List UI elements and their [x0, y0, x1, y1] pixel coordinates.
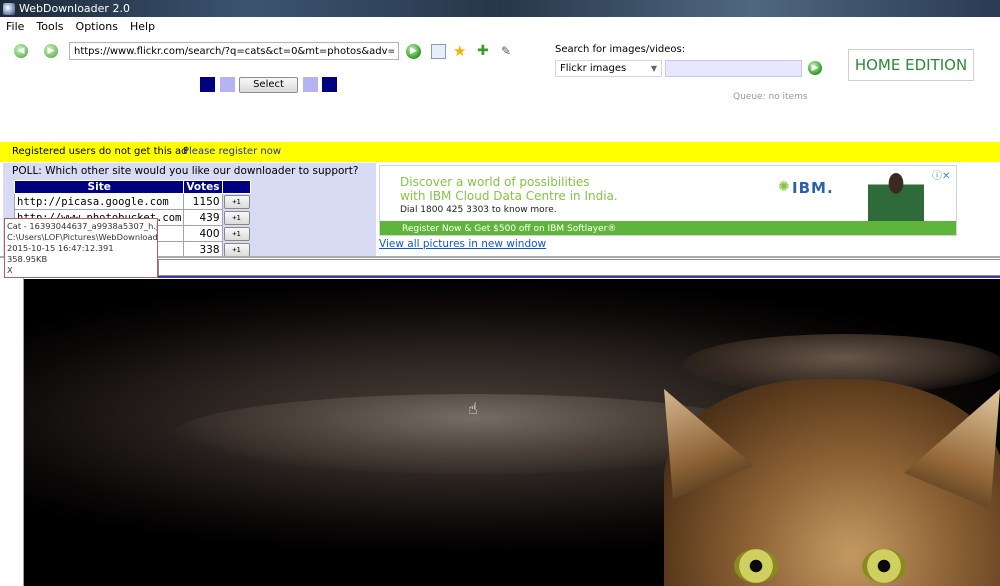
- file-size: 358.95KB: [7, 254, 48, 264]
- ad-banner[interactable]: Discover a world of possibilities with I…: [379, 165, 957, 236]
- menu-help[interactable]: Help: [124, 20, 161, 33]
- window-title: WebDownloader 2.0: [19, 2, 130, 15]
- ibm-star-icon: ✺: [778, 179, 790, 195]
- source-select[interactable]: Flickr images ▼: [555, 60, 662, 77]
- poll-votes: 439: [183, 209, 223, 226]
- ibm-logo: IBM.: [792, 179, 834, 197]
- copy-icon[interactable]: [431, 44, 446, 59]
- ad-bar: Registered users do not get this ad Plea…: [0, 142, 1000, 162]
- image-path-bar: [158, 259, 1000, 276]
- forward-arrow-icon[interactable]: ▶: [44, 44, 58, 58]
- search-go-icon[interactable]: ▶: [808, 61, 822, 75]
- search-label: Search for images/videos:: [555, 44, 686, 55]
- toolbar: ◀ ▶ ▶ ★ ✚ ✎ Select Search for images/vid…: [0, 35, 1000, 142]
- banner-person-image: [868, 168, 924, 223]
- search-input[interactable]: [665, 60, 802, 77]
- file-name: Cat - 16393044637_a9938a5307_h.jpg: [7, 221, 158, 231]
- vote-button[interactable]: +1: [223, 242, 250, 257]
- file-date: 2015-10-15 16:47:12.391: [7, 243, 114, 253]
- vote-button[interactable]: +1: [223, 226, 250, 241]
- adchoices-close-icon[interactable]: ⓘ✕: [932, 167, 950, 182]
- banner-headline-line1: Discover a world of possibilities: [400, 175, 590, 189]
- select-button[interactable]: Select: [239, 77, 298, 93]
- banner-cta[interactable]: Register Now & Get $500 off on IBM Softl…: [380, 221, 956, 235]
- source-select-value: Flickr images: [560, 63, 627, 74]
- menu-file[interactable]: File: [0, 20, 30, 33]
- banner-headline: Discover a world of possibilities with I…: [400, 175, 618, 203]
- vote-button[interactable]: +1: [223, 194, 250, 209]
- vote-button[interactable]: +1: [223, 210, 250, 225]
- menu-tools[interactable]: Tools: [30, 20, 69, 33]
- view-all-link[interactable]: View all pictures in new window: [379, 238, 546, 250]
- cat-eye-right: [862, 549, 906, 583]
- col-action: [221, 180, 252, 194]
- plugin-icon[interactable]: ✚: [477, 44, 492, 59]
- thumbnail-strip[interactable]: [0, 278, 24, 586]
- col-votes: Votes: [183, 180, 223, 194]
- title-bar: WebDownloader 2.0: [0, 0, 1000, 17]
- file-extra: X: [7, 265, 13, 275]
- zoom-in-small-icon[interactable]: [303, 77, 318, 92]
- menu-bar: File Tools Options Help: [0, 17, 1000, 35]
- file-info-tooltip: Cat - 16393044637_a9938a5307_h.jpg C:\Us…: [4, 218, 158, 278]
- image-viewer[interactable]: ☝: [24, 279, 1000, 586]
- table-row: http://picasa.google.com 1150 +1: [13, 193, 251, 210]
- poll-votes: 1150: [183, 193, 223, 210]
- poll-votes: 400: [183, 225, 223, 242]
- edition-badge: HOME EDITION: [848, 49, 974, 81]
- queue-status: Queue: no items: [733, 92, 808, 102]
- back-arrow-icon[interactable]: ◀: [14, 44, 28, 58]
- poll-votes: 338: [183, 241, 223, 257]
- poll-site: http://picasa.google.com: [13, 193, 185, 210]
- register-link[interactable]: Please register now: [183, 142, 281, 162]
- banner-headline-line2: with IBM Cloud Data Centre in India.: [400, 189, 618, 203]
- poll-question: POLL: Which other site would you like ou…: [12, 165, 359, 177]
- chevron-down-icon: ▼: [650, 64, 657, 73]
- url-input[interactable]: [69, 42, 399, 60]
- ad-notice: Registered users do not get this ad: [12, 146, 188, 157]
- app-icon: [3, 2, 15, 15]
- banner-dial: Dial 1800 425 3303 to know more.: [400, 205, 557, 215]
- menu-options[interactable]: Options: [70, 20, 124, 33]
- cat-eye-left: [734, 549, 778, 583]
- go-icon[interactable]: ▶: [406, 44, 421, 59]
- file-path: C:\Users\LOF\Pictures\WebDownloader: [7, 232, 158, 242]
- magic-wand-icon[interactable]: ✎: [501, 44, 516, 59]
- col-site: Site: [13, 180, 185, 194]
- star-icon[interactable]: ★: [453, 44, 468, 59]
- zoom-in-large-icon[interactable]: [322, 77, 337, 92]
- zoom-out-large-icon[interactable]: [200, 77, 215, 92]
- hand-cursor-icon: ☝: [468, 399, 478, 418]
- zoom-out-small-icon[interactable]: [220, 77, 235, 92]
